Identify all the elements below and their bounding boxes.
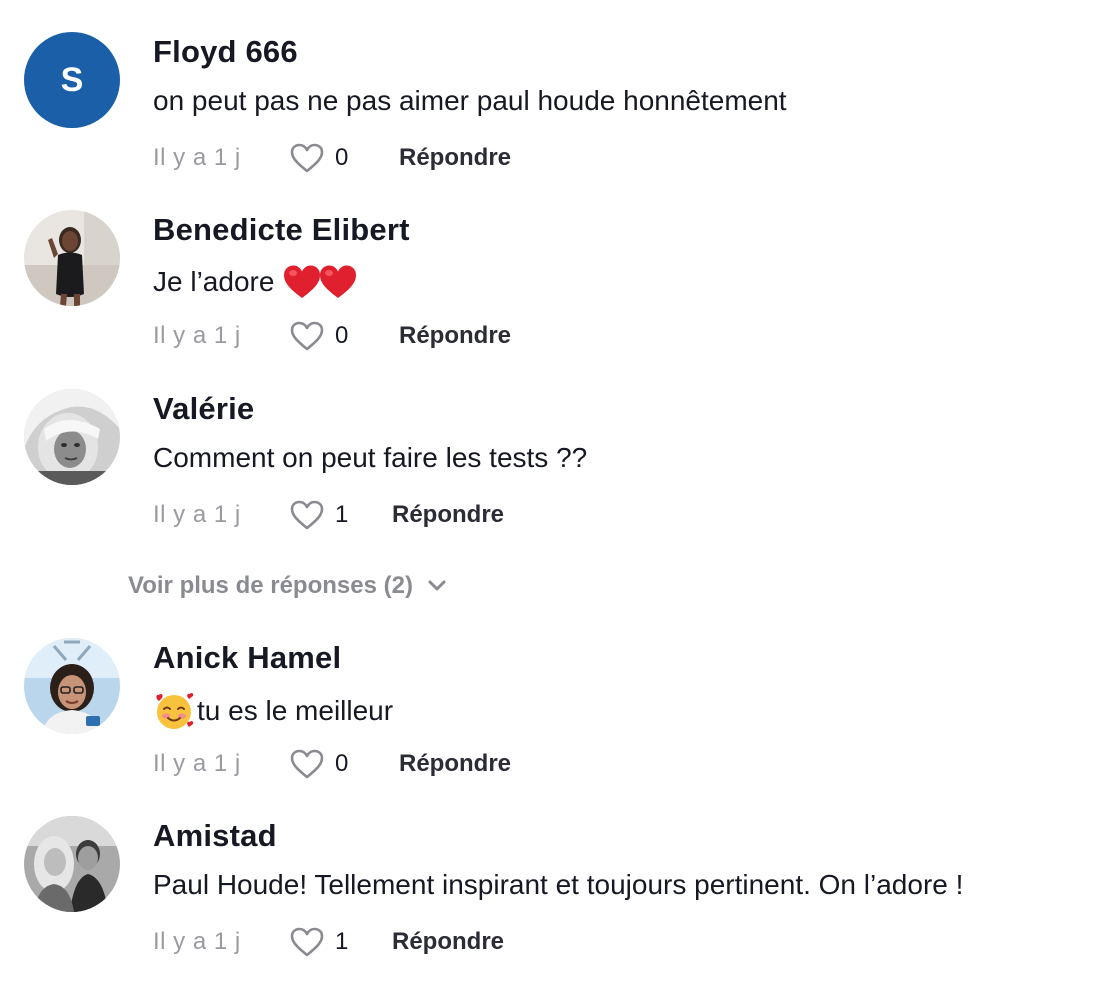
avatar[interactable]: S	[24, 32, 120, 128]
heart-emoji	[284, 265, 321, 298]
avatar-photo	[24, 816, 120, 912]
chevron-down-icon	[428, 580, 446, 591]
like-button[interactable]: 0	[289, 748, 399, 780]
avatar-photo	[24, 210, 120, 306]
comment-author[interactable]: Anick Hamel	[153, 640, 341, 676]
comment-text: on peut pas ne pas aimer paul houde honn…	[153, 85, 787, 117]
avatar[interactable]	[24, 389, 120, 485]
comment-author[interactable]: Amistad	[153, 818, 277, 854]
comment-text: Comment on peut faire les tests ??	[153, 442, 587, 474]
comment-item: Benedicte Elibert Je l’adore Il y a 1 j …	[0, 210, 1100, 351]
comment-item: Anick Hamel tu es le meilleur Il y a 1 j…	[0, 638, 1100, 779]
like-button[interactable]: 1	[289, 926, 392, 958]
like-count: 0	[335, 750, 349, 777]
comment-meta: Il y a 1 j 0 Répondre	[153, 140, 511, 176]
avatar[interactable]	[24, 638, 120, 734]
comment-item: S Floyd 666 on peut pas ne pas aimer pau…	[0, 32, 1100, 173]
comment-meta: Il y a 1 j 1 Répondre	[153, 497, 504, 533]
like-count: 0	[335, 322, 349, 349]
comment-author[interactable]: Valérie	[153, 391, 254, 427]
heart-outline-icon	[290, 500, 324, 530]
comment-text: Paul Houde! Tellement inspirant et toujo…	[153, 869, 963, 901]
comment-time: Il y a 1 j	[153, 928, 241, 955]
comment-item: Amistad Paul Houde! Tellement inspirant …	[0, 816, 1100, 957]
like-button[interactable]: 0	[289, 320, 399, 352]
comment-time: Il y a 1 j	[153, 501, 241, 528]
like-button[interactable]: 1	[289, 499, 392, 531]
comment-meta: Il y a 1 j 1 Répondre	[153, 924, 504, 960]
reply-button[interactable]: Répondre	[399, 322, 511, 350]
comment-time: Il y a 1 j	[153, 750, 241, 777]
comment-text: tu es le meilleur	[153, 691, 393, 731]
avatar-letter: S	[24, 32, 120, 128]
like-count: 1	[335, 501, 349, 528]
comment-time: Il y a 1 j	[153, 144, 241, 171]
comment-text-content: Paul Houde! Tellement inspirant et toujo…	[153, 869, 964, 900]
comment-text: Je l’adore	[153, 263, 358, 301]
heart-outline-icon	[290, 321, 324, 351]
comment-text-content: Je l’adore	[153, 266, 275, 297]
comment-text-content: tu es le meilleur	[197, 695, 394, 726]
comment-author[interactable]: Benedicte Elibert	[153, 212, 410, 248]
comment-item: Valérie Comment on peut faire les tests …	[0, 389, 1100, 530]
heart-emoji	[320, 265, 357, 298]
reply-button[interactable]: Répondre	[399, 750, 511, 778]
like-count: 0	[335, 144, 349, 171]
heart-outline-icon	[290, 749, 324, 779]
comment-time: Il y a 1 j	[153, 322, 241, 349]
comment-text-content: on peut pas ne pas aimer paul houde honn…	[153, 85, 787, 116]
view-more-replies-label: Voir plus de réponses (2)	[128, 572, 413, 599]
like-button[interactable]: 0	[289, 142, 399, 174]
comment-meta: Il y a 1 j 0 Répondre	[153, 318, 511, 354]
view-more-replies-button[interactable]: Voir plus de réponses (2)	[128, 568, 447, 604]
reply-button[interactable]: Répondre	[399, 144, 511, 172]
avatar[interactable]	[24, 816, 120, 912]
reply-button[interactable]: Répondre	[392, 928, 504, 956]
avatar-photo	[24, 638, 120, 734]
heart-outline-icon	[290, 927, 324, 957]
comment-author[interactable]: Floyd 666	[153, 34, 298, 70]
comment-text-content: Comment on peut faire les tests ??	[153, 442, 588, 473]
reply-button[interactable]: Répondre	[392, 501, 504, 529]
comment-meta: Il y a 1 j 0 Répondre	[153, 746, 511, 782]
smiling-face-with-hearts-emoji	[156, 692, 194, 729]
heart-outline-icon	[290, 143, 324, 173]
avatar-photo	[24, 389, 120, 485]
like-count: 1	[335, 928, 349, 955]
avatar[interactable]	[24, 210, 120, 306]
